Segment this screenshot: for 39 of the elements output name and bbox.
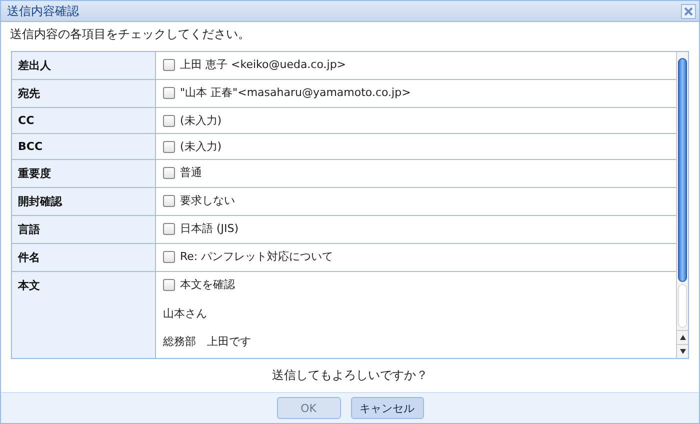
instruction-text: 送信内容の各項目をチェックしてください。 — [9, 26, 251, 43]
field-label: 言語 — [12, 216, 156, 243]
field-value: "山本 正春"<masaharu@yamamoto.co.jp> — [180, 85, 411, 100]
checkbox[interactable] — [163, 222, 175, 234]
close-button[interactable] — [681, 4, 696, 18]
field-label: CC — [12, 108, 156, 133]
field-value: (未入力) — [180, 139, 222, 154]
checkbox[interactable] — [163, 58, 175, 70]
window-title: 送信内容確認 — [7, 2, 79, 20]
field-value: 普通 — [180, 165, 202, 180]
field-value: 本文を確認 — [180, 277, 235, 292]
scrollbar-thumb[interactable] — [678, 58, 687, 282]
field-label: 差出人 — [12, 52, 156, 79]
field-value: 上田 恵子 <keiko@ueda.co.jp> — [180, 57, 346, 72]
down-arrow-icon — [680, 349, 686, 354]
checkbox[interactable] — [163, 166, 175, 178]
field-value: (未入力) — [180, 113, 222, 128]
field-value: 日本語 (JIS) — [180, 221, 239, 236]
body-text-line: 山本さん — [163, 306, 208, 321]
checkbox[interactable] — [163, 86, 175, 98]
field-label: 重要度 — [12, 160, 156, 187]
body-text-line: 総務部 上田です — [163, 334, 252, 349]
field-value: 要求しない — [180, 193, 235, 208]
confirm-question: 送信してもよろしいですか？ — [271, 367, 429, 384]
field-value: Re: パンフレット対応について — [180, 249, 334, 264]
field-label: 開封確認 — [12, 188, 156, 215]
checkbox[interactable] — [163, 250, 175, 262]
up-arrow-icon — [680, 335, 686, 340]
field-label: 件名 — [12, 244, 156, 271]
scrollbar[interactable] — [676, 52, 688, 358]
close-icon — [684, 6, 693, 16]
checkbox[interactable] — [163, 278, 175, 290]
field-label: BCC — [12, 134, 156, 159]
cancel-button[interactable]: キャンセル — [350, 397, 424, 419]
checkbox[interactable] — [163, 114, 175, 126]
field-label: 本文 — [12, 272, 156, 358]
field-label: 宛先 — [12, 80, 156, 107]
checkbox[interactable] — [163, 140, 175, 152]
checkbox[interactable] — [163, 194, 175, 206]
